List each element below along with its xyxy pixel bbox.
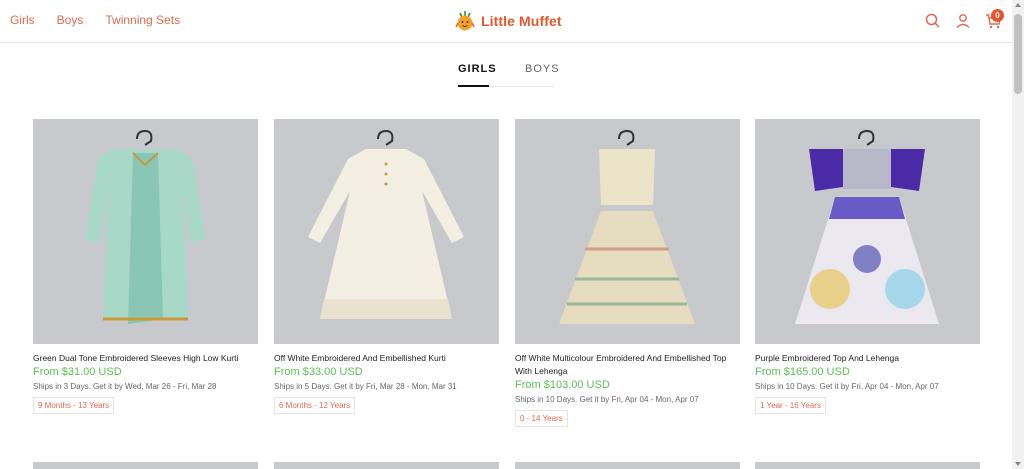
search-icon[interactable] — [924, 12, 942, 30]
muffet-logo-icon — [455, 11, 475, 31]
lehenga-image-icon — [559, 130, 695, 324]
product-image[interactable] — [33, 462, 258, 469]
product-image[interactable] — [33, 119, 258, 344]
shipping-info: Ships in 10 Days. Get it by Fri, Apr 04 … — [515, 395, 699, 404]
brand-name: Little Muffet — [481, 13, 562, 29]
scrollbar-thumb[interactable] — [1014, 14, 1022, 94]
product-price: From $33.00 USD — [274, 366, 363, 378]
product-price: From $103.00 USD — [515, 379, 610, 391]
shipping-info: Ships in 5 Days. Get it by Fri, Mar 28 -… — [274, 382, 457, 391]
page-scrollbar[interactable] — [1012, 0, 1024, 469]
product-image[interactable] — [755, 462, 980, 469]
nav-link-girls[interactable]: Girls — [10, 13, 35, 27]
tab-boys[interactable]: BOYS — [525, 63, 560, 75]
product-card: Purple Embroidered Top And Lehenga From … — [755, 119, 980, 414]
product-image[interactable] — [274, 119, 499, 344]
product-price: From $31.00 USD — [33, 366, 122, 378]
shipping-info: Ships in 10 Days. Get it by Fri, Apr 04 … — [755, 382, 939, 391]
age-range-badge: 1 Year - 16 Years — [755, 397, 826, 414]
product-image[interactable] — [515, 462, 740, 469]
nav-link-twinning-sets[interactable]: Twinning Sets — [105, 13, 180, 27]
product-title[interactable]: Off White Embroidered And Embellished Ku… — [274, 352, 499, 365]
age-range-badge: 0 - 14 Years — [515, 410, 568, 427]
shipping-info: Ships in 3 Days. Get it by Wed, Mar 26 -… — [33, 382, 217, 391]
main-nav: Girls Boys Twinning Sets — [10, 13, 180, 27]
scroll-up-arrow-icon[interactable] — [1015, 3, 1021, 7]
product-card: Green Dual Tone Embroidered Sleeves High… — [33, 119, 258, 414]
product-card: Off White Embroidered And Embellished Ku… — [274, 119, 499, 414]
active-tab-indicator — [458, 85, 489, 87]
age-range-badge: 9 Months - 13 Years — [33, 397, 115, 414]
site-header: Girls Boys Twinning Sets Little Muffet 0 — [0, 0, 1012, 43]
cart-count-badge: 0 — [991, 9, 1004, 22]
product-image[interactable] — [515, 119, 740, 344]
purple-lehenga-image-icon — [795, 130, 939, 324]
product-image[interactable] — [755, 119, 980, 344]
product-title[interactable]: Purple Embroidered Top And Lehenga — [755, 352, 980, 365]
age-range-badge: 6 Months - 12 Years — [274, 397, 356, 414]
product-title[interactable]: Green Dual Tone Embroidered Sleeves High… — [33, 352, 258, 365]
product-title[interactable]: Off White Multicolour Embroidered And Em… — [515, 352, 740, 378]
white-kurti-image-icon — [308, 130, 464, 319]
account-icon[interactable] — [954, 12, 972, 30]
product-price: From $165.00 USD — [755, 366, 850, 378]
product-image[interactable] — [274, 462, 499, 469]
brand-logo[interactable]: Little Muffet — [453, 9, 562, 33]
collection-tabs: GIRLS BOYS — [458, 63, 559, 87]
kurti-image-icon — [85, 130, 205, 324]
tab-girls[interactable]: GIRLS — [458, 63, 497, 75]
scroll-down-arrow-icon[interactable] — [1015, 462, 1021, 466]
nav-link-boys[interactable]: Boys — [57, 13, 84, 27]
product-card: Off White Multicolour Embroidered And Em… — [515, 119, 740, 427]
